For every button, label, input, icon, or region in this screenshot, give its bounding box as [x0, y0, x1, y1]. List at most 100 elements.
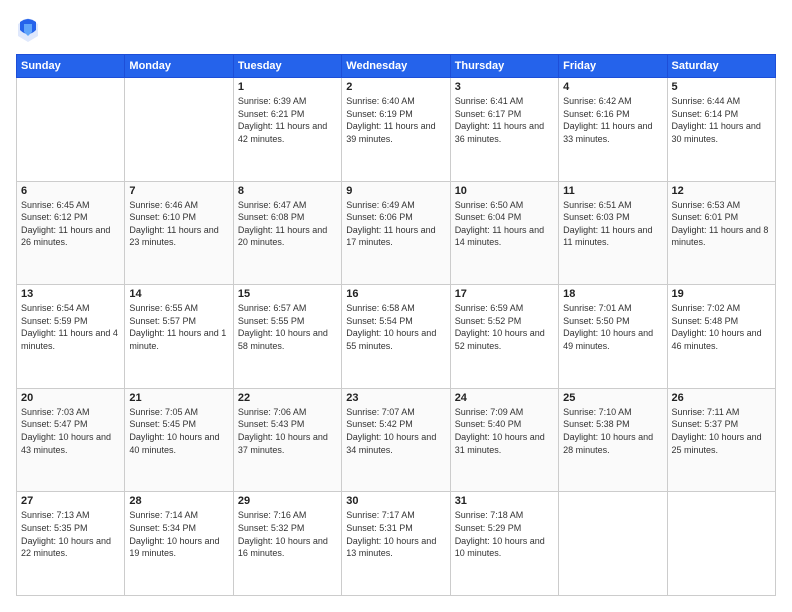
calendar-cell: 8Sunrise: 6:47 AM Sunset: 6:08 PM Daylig…: [233, 181, 341, 285]
day-detail: Sunrise: 6:42 AM Sunset: 6:16 PM Dayligh…: [563, 95, 662, 145]
day-detail: Sunrise: 6:58 AM Sunset: 5:54 PM Dayligh…: [346, 302, 445, 352]
week-row-1: 6 Sunrise: 6:45 AM Sunset: 6:12 PM Daylig…: [17, 181, 776, 285]
day-number: 6: [21, 185, 120, 197]
day-number: 11: [563, 185, 662, 197]
calendar-cell: 26 Sunrise: 7:11 AM Sunset: 5:37 PM Dayli…: [667, 388, 775, 492]
calendar-cell: [559, 492, 667, 596]
calendar-cell: 27 Sunrise: 7:13 AM Sunset: 5:35 PM Dayli…: [17, 492, 125, 596]
weekday-header-saturday: Saturday: [667, 55, 775, 78]
day-number: 12: [672, 185, 771, 197]
weekday-header-tuesday: Tuesday: [233, 55, 341, 78]
weekday-header-thursday: Thursday: [450, 55, 558, 78]
day-detail: Sunrise: 6:40 AM Sunset: 6:19 PM Dayligh…: [346, 95, 445, 145]
day-detail: Sunrise: 7:03 AM Sunset: 5:47 PM Dayligh…: [21, 406, 120, 456]
day-number: 26: [672, 392, 771, 404]
day-detail: Sunrise: 6:49 AM Sunset: 6:06 PM Dayligh…: [346, 199, 445, 249]
day-detail: Sunrise: 7:16 AM Sunset: 5:32 PM Dayligh…: [238, 509, 337, 559]
calendar-cell: 7Sunrise: 6:46 AM Sunset: 6:10 PM Daylig…: [125, 181, 233, 285]
calendar-cell: 3 Sunrise: 6:41 AM Sunset: 6:17 PM Daylig…: [450, 78, 558, 182]
day-detail: Sunrise: 7:01 AM Sunset: 5:50 PM Dayligh…: [563, 302, 662, 352]
week-row-0: 1 Sunrise: 6:39 AM Sunset: 6:21 PM Daylig…: [17, 78, 776, 182]
calendar-cell: 24 Sunrise: 7:09 AM Sunset: 5:40 PM Dayli…: [450, 388, 558, 492]
calendar-cell: 2Sunrise: 6:40 AM Sunset: 6:19 PM Daylig…: [342, 78, 450, 182]
week-row-3: 20 Sunrise: 7:03 AM Sunset: 5:47 PM Dayli…: [17, 388, 776, 492]
day-number: 20: [21, 392, 120, 404]
day-number: 25: [563, 392, 662, 404]
weekday-header-monday: Monday: [125, 55, 233, 78]
day-number: 29: [238, 495, 337, 507]
day-number: 10: [455, 185, 554, 197]
day-detail: Sunrise: 7:02 AM Sunset: 5:48 PM Dayligh…: [672, 302, 771, 352]
day-detail: Sunrise: 7:05 AM Sunset: 5:45 PM Dayligh…: [129, 406, 228, 456]
day-number: 22: [238, 392, 337, 404]
day-detail: Sunrise: 6:54 AM Sunset: 5:59 PM Dayligh…: [21, 302, 120, 352]
day-detail: Sunrise: 6:51 AM Sunset: 6:03 PM Dayligh…: [563, 199, 662, 249]
day-number: 23: [346, 392, 445, 404]
day-number: 1: [238, 81, 337, 93]
week-row-2: 13 Sunrise: 6:54 AM Sunset: 5:59 PM Dayli…: [17, 285, 776, 389]
calendar-cell: 28 Sunrise: 7:14 AM Sunset: 5:34 PM Dayli…: [125, 492, 233, 596]
day-detail: Sunrise: 6:59 AM Sunset: 5:52 PM Dayligh…: [455, 302, 554, 352]
day-number: 18: [563, 288, 662, 300]
day-detail: Sunrise: 6:50 AM Sunset: 6:04 PM Dayligh…: [455, 199, 554, 249]
day-detail: Sunrise: 7:11 AM Sunset: 5:37 PM Dayligh…: [672, 406, 771, 456]
weekday-header-wednesday: Wednesday: [342, 55, 450, 78]
day-detail: Sunrise: 6:45 AM Sunset: 6:12 PM Dayligh…: [21, 199, 120, 249]
calendar-cell: 16Sunrise: 6:58 AM Sunset: 5:54 PM Dayli…: [342, 285, 450, 389]
day-detail: Sunrise: 7:13 AM Sunset: 5:35 PM Dayligh…: [21, 509, 120, 559]
calendar-table: SundayMondayTuesdayWednesdayThursdayFrid…: [16, 54, 776, 596]
day-detail: Sunrise: 6:44 AM Sunset: 6:14 PM Dayligh…: [672, 95, 771, 145]
day-detail: Sunrise: 7:18 AM Sunset: 5:29 PM Dayligh…: [455, 509, 554, 559]
day-number: 21: [129, 392, 228, 404]
day-detail: Sunrise: 7:09 AM Sunset: 5:40 PM Dayligh…: [455, 406, 554, 456]
day-detail: Sunrise: 7:06 AM Sunset: 5:43 PM Dayligh…: [238, 406, 337, 456]
calendar-cell: 29 Sunrise: 7:16 AM Sunset: 5:32 PM Dayli…: [233, 492, 341, 596]
calendar-cell: 13 Sunrise: 6:54 AM Sunset: 5:59 PM Dayli…: [17, 285, 125, 389]
day-detail: Sunrise: 7:10 AM Sunset: 5:38 PM Dayligh…: [563, 406, 662, 456]
day-detail: Sunrise: 6:57 AM Sunset: 5:55 PM Dayligh…: [238, 302, 337, 352]
day-number: 28: [129, 495, 228, 507]
day-detail: Sunrise: 6:55 AM Sunset: 5:57 PM Dayligh…: [129, 302, 228, 352]
day-detail: Sunrise: 6:41 AM Sunset: 6:17 PM Dayligh…: [455, 95, 554, 145]
calendar-cell: 23 Sunrise: 7:07 AM Sunset: 5:42 PM Dayli…: [342, 388, 450, 492]
weekday-header-row: SundayMondayTuesdayWednesdayThursdayFrid…: [17, 55, 776, 78]
day-number: 13: [21, 288, 120, 300]
calendar-cell: 15Sunrise: 6:57 AM Sunset: 5:55 PM Dayli…: [233, 285, 341, 389]
calendar-cell: 11 Sunrise: 6:51 AM Sunset: 6:03 PM Dayli…: [559, 181, 667, 285]
day-detail: Sunrise: 6:46 AM Sunset: 6:10 PM Dayligh…: [129, 199, 228, 249]
day-number: 27: [21, 495, 120, 507]
calendar-cell: 25 Sunrise: 7:10 AM Sunset: 5:38 PM Dayli…: [559, 388, 667, 492]
day-number: 3: [455, 81, 554, 93]
day-number: 31: [455, 495, 554, 507]
calendar-cell: 21 Sunrise: 7:05 AM Sunset: 5:45 PM Dayli…: [125, 388, 233, 492]
week-row-4: 27 Sunrise: 7:13 AM Sunset: 5:35 PM Dayli…: [17, 492, 776, 596]
day-detail: Sunrise: 7:14 AM Sunset: 5:34 PM Dayligh…: [129, 509, 228, 559]
calendar-cell: 30 Sunrise: 7:17 AM Sunset: 5:31 PM Dayli…: [342, 492, 450, 596]
calendar-cell: 18 Sunrise: 7:01 AM Sunset: 5:50 PM Dayli…: [559, 285, 667, 389]
day-number: 14: [129, 288, 228, 300]
header: [16, 16, 776, 44]
day-detail: Sunrise: 7:17 AM Sunset: 5:31 PM Dayligh…: [346, 509, 445, 559]
day-number: 19: [672, 288, 771, 300]
calendar-cell: [667, 492, 775, 596]
day-number: 8: [238, 185, 337, 197]
day-number: 24: [455, 392, 554, 404]
calendar-cell: 6 Sunrise: 6:45 AM Sunset: 6:12 PM Daylig…: [17, 181, 125, 285]
calendar-cell: 10 Sunrise: 6:50 AM Sunset: 6:04 PM Dayli…: [450, 181, 558, 285]
calendar-cell: 17Sunrise: 6:59 AM Sunset: 5:52 PM Dayli…: [450, 285, 558, 389]
calendar-cell: 19 Sunrise: 7:02 AM Sunset: 5:48 PM Dayli…: [667, 285, 775, 389]
calendar-cell: [125, 78, 233, 182]
weekday-header-friday: Friday: [559, 55, 667, 78]
day-detail: Sunrise: 7:07 AM Sunset: 5:42 PM Dayligh…: [346, 406, 445, 456]
day-detail: Sunrise: 6:39 AM Sunset: 6:21 PM Dayligh…: [238, 95, 337, 145]
day-number: 4: [563, 81, 662, 93]
page: SundayMondayTuesdayWednesdayThursdayFrid…: [0, 0, 792, 612]
day-number: 30: [346, 495, 445, 507]
day-number: 5: [672, 81, 771, 93]
day-detail: Sunrise: 6:53 AM Sunset: 6:01 PM Dayligh…: [672, 199, 771, 249]
calendar-cell: [17, 78, 125, 182]
calendar-cell: 12 Sunrise: 6:53 AM Sunset: 6:01 PM Dayli…: [667, 181, 775, 285]
calendar-cell: 22 Sunrise: 7:06 AM Sunset: 5:43 PM Dayli…: [233, 388, 341, 492]
day-number: 9: [346, 185, 445, 197]
calendar-cell: 31 Sunrise: 7:18 AM Sunset: 5:29 PM Dayli…: [450, 492, 558, 596]
